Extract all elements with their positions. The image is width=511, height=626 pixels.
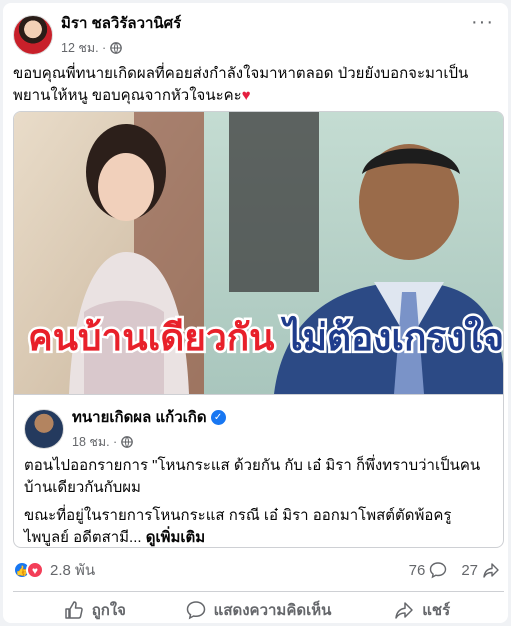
author-name[interactable]: มิรา ชลวิรัลวานิศร์ [61, 11, 181, 35]
like-button[interactable]: ถูกใจ [13, 595, 177, 625]
post-card: มิรา ชลวิรัลวานิศร์ 12 ชม. · ··· ขอบคุณพ… [3, 3, 508, 623]
shared-paragraph-2-text: ขณะที่อยู่ในรายการโหนกระแส กรณี เอ๋ มิรา… [24, 507, 452, 546]
like-label: ถูกใจ [91, 602, 126, 619]
shared-time[interactable]: 18 ชม. · [72, 432, 117, 452]
like-icon [64, 601, 83, 619]
comment-count-group[interactable]: 76 [409, 561, 448, 579]
comment-icon [430, 562, 447, 579]
post-meta: 12 ชม. · [61, 38, 181, 58]
share-button[interactable]: แชร์ [340, 595, 504, 625]
shared-header-text: ทนายเกิดผล แก้วเกิด ✓ 18 ชม. · [72, 405, 226, 452]
post-body: ขอบคุณพี่ทนายเกิดผลที่คอยส่งกำลังใจมาหาต… [13, 65, 469, 104]
reaction-count[interactable]: 2.8 พัน [50, 558, 95, 582]
shared-author-name[interactable]: ทนายเกิดผล แก้วเกิด [72, 405, 207, 429]
globe-icon [110, 42, 123, 54]
comment-label: แสดงความคิดเห็น [213, 602, 332, 619]
overlay-text-right: ไม่ต้องเกรงใจ [280, 315, 504, 358]
comment-button[interactable]: แสดงความคิดเห็น [177, 595, 341, 625]
love-reaction-icon[interactable]: ♥ [26, 561, 44, 579]
post-header: มิรา ชลวิรัลวานิศร์ 12 ชม. · [13, 11, 181, 58]
shared-post-body: ทนายเกิดผล แก้วเกิด ✓ 18 ชม. · ตอนไปออกร… [14, 394, 503, 547]
comment-icon [186, 601, 205, 620]
heart-emoji: ♥ [241, 87, 251, 104]
shared-image[interactable]: คนบ้านเดียวกัน ไม่ต้องเกรงใจ [14, 112, 504, 394]
post-time[interactable]: 12 ชม. · [61, 38, 106, 58]
share-count[interactable]: 27 [461, 562, 478, 579]
share-icon [395, 602, 413, 619]
shared-post-header: ทนายเกิดผล แก้วเกิด ✓ 18 ชม. · [24, 405, 226, 452]
shared-meta: 18 ชม. · [72, 432, 226, 452]
more-icon[interactable]: ··· [471, 12, 494, 32]
stats-right: 76 27 [409, 561, 504, 579]
share-label: แชร์ [422, 602, 451, 619]
shared-text: ตอนไปออกรายการ "โหนกระแส ด้วยกัน กับ เอ๋… [24, 455, 494, 547]
author-avatar[interactable] [13, 14, 53, 55]
shared-author-avatar[interactable] [24, 408, 64, 449]
shared-author-name-row: ทนายเกิดผล แก้วเกิด ✓ [72, 405, 226, 429]
overlay-text-left: คนบ้านเดียวกัน [28, 317, 274, 358]
shared-post[interactable]: คนบ้านเดียวกัน ไม่ต้องเกรงใจ ทนายเกิดผล … [13, 111, 504, 548]
verified-icon: ✓ [210, 409, 226, 425]
globe-icon [121, 436, 134, 448]
shared-paragraph-1: ตอนไปออกรายการ "โหนกระแส ด้วยกัน กับ เอ๋… [24, 457, 481, 496]
post-text: ขอบคุณพี่ทนายเกิดผลที่คอยส่งกำลังใจมาหาต… [13, 63, 497, 107]
share-count-group[interactable]: 27 [461, 561, 500, 579]
share-icon [483, 563, 499, 578]
post-actions: ถูกใจ แสดงความคิดเห็น แชร์ [13, 595, 504, 625]
shared-paragraph-2: ขณะที่อยู่ในรายการโหนกระแส กรณี เอ๋ มิรา… [24, 505, 494, 547]
post-stats: 👍 ♥ 2.8 พัน 76 27 [13, 558, 504, 582]
see-more-link[interactable]: ดูเพิ่มเติม [146, 529, 205, 546]
comment-count[interactable]: 76 [409, 562, 426, 579]
post-header-text: มิรา ชลวิรัลวานิศร์ 12 ชม. · [61, 11, 181, 58]
actions-divider [13, 591, 504, 592]
